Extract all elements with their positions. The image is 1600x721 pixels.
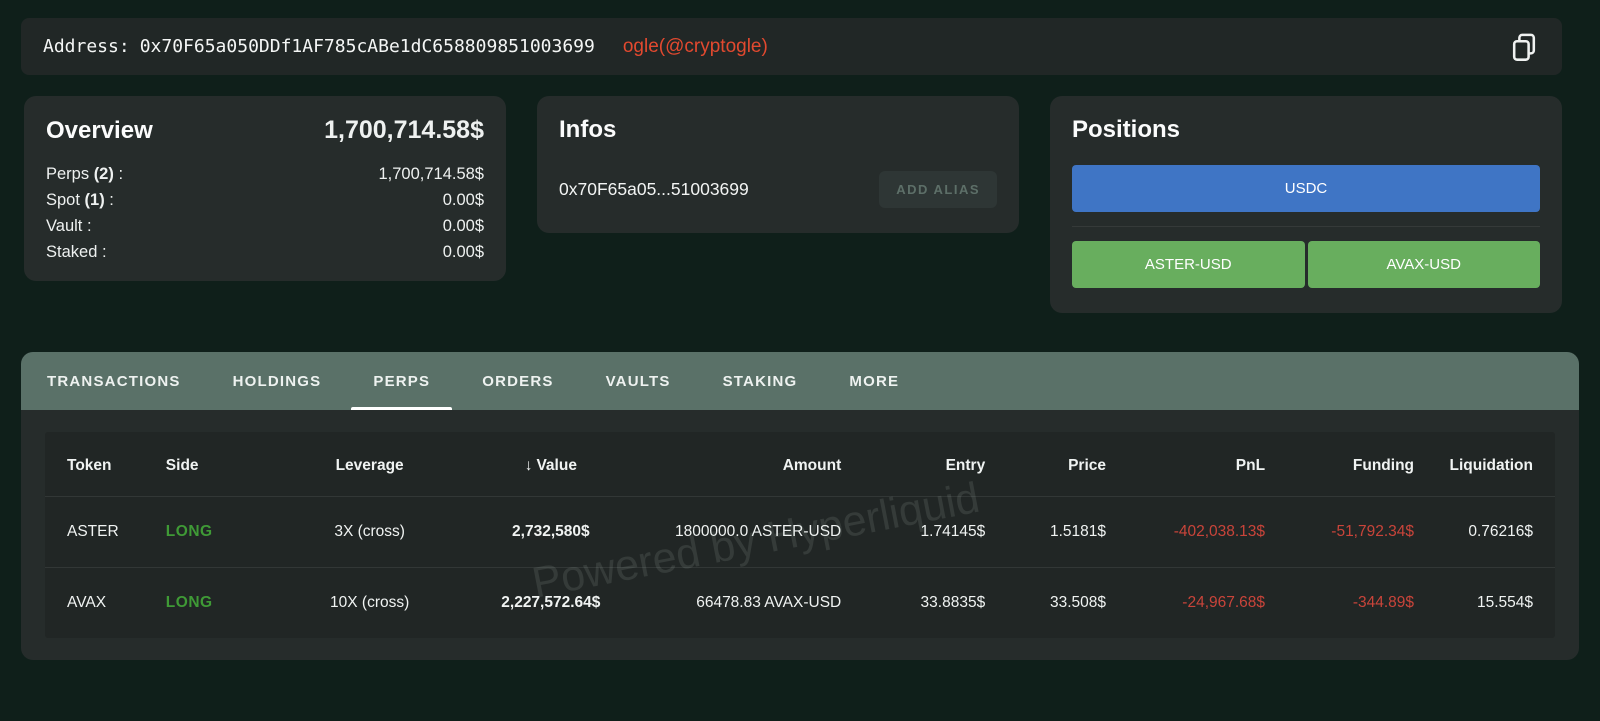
overview-row-label: Vault : [46, 213, 92, 239]
infos-title: Infos [559, 116, 616, 143]
overview-row-vault: Vault : 0.00$ [46, 213, 484, 239]
header-entry[interactable]: Entry [841, 432, 985, 497]
overview-row-spot: Spot (1) : 0.00$ [46, 187, 484, 213]
cell-price: 1.5181$ [985, 497, 1106, 568]
cell-price: 33.508$ [985, 568, 1106, 639]
short-address: 0x70F65a05...51003699 [559, 179, 749, 200]
cell-funding: -344.89$ [1265, 568, 1414, 639]
cell-pnl: -24,967.68$ [1106, 568, 1265, 639]
header-side[interactable]: Side [166, 432, 287, 497]
perps-table: Token Side Leverage ↓Value Amount Entry … [45, 432, 1555, 638]
overview-row-label: Staked : [46, 239, 107, 265]
header-pnl[interactable]: PnL [1106, 432, 1265, 497]
positions-title: Positions [1072, 116, 1180, 143]
overview-row-label: Perps (2) : [46, 161, 123, 187]
tab-orders[interactable]: ORDERS [456, 352, 579, 410]
cell-token: AVAX [45, 568, 166, 639]
cell-liquidation: 0.76216$ [1414, 497, 1555, 568]
tab-holdings[interactable]: HOLDINGS [207, 352, 348, 410]
cell-entry: 1.74145$ [841, 497, 985, 568]
copy-button[interactable] [1506, 29, 1542, 65]
overview-card: Overview 1,700,714.58$ Perps (2) : 1,700… [24, 96, 506, 281]
overview-title: Overview [46, 117, 153, 145]
overview-row-staked: Staked : 0.00$ [46, 239, 484, 265]
aster-usd-button[interactable]: ASTER-USD [1072, 241, 1305, 288]
header-leverage[interactable]: Leverage [287, 432, 453, 497]
summary-cards-row: Overview 1,700,714.58$ Perps (2) : 1,700… [24, 96, 1562, 313]
sort-desc-icon: ↓ [525, 457, 533, 474]
cell-value: 2,732,580$ [453, 497, 649, 568]
header-amount[interactable]: Amount [649, 432, 841, 497]
overview-total: 1,700,714.58$ [324, 116, 484, 145]
overview-row-perps: Perps (2) : 1,700,714.58$ [46, 161, 484, 187]
header-funding[interactable]: Funding [1265, 432, 1414, 497]
cell-value: 2,227,572.64$ [453, 568, 649, 639]
tab-more[interactable]: MORE [823, 352, 925, 410]
copy-icon [1510, 32, 1538, 62]
table-header-row: Token Side Leverage ↓Value Amount Entry … [45, 432, 1555, 497]
alias-link[interactable]: ogle(@cryptogle) [623, 36, 768, 58]
cell-liquidation: 15.554$ [1414, 568, 1555, 639]
usdc-button[interactable]: USDC [1072, 165, 1540, 212]
cell-token: ASTER [45, 497, 166, 568]
cell-side: LONG [166, 568, 287, 639]
tab-staking[interactable]: STAKING [697, 352, 824, 410]
overview-row-value: 0.00$ [443, 213, 484, 239]
cell-leverage: 10X (cross) [287, 568, 453, 639]
address-value: 0x70F65a050DDf1AF785cABe1dC6588098510036… [140, 36, 595, 57]
address-bar: Address: 0x70F65a050DDf1AF785cABe1dC6588… [21, 18, 1562, 75]
overview-row-value: 0.00$ [443, 187, 484, 213]
cell-amount: 1800000.0 ASTER-USD [649, 497, 841, 568]
positions-divider [1072, 226, 1540, 227]
header-token[interactable]: Token [45, 432, 166, 497]
overview-row-value: 1,700,714.58$ [378, 161, 484, 187]
cell-pnl: -402,038.13$ [1106, 497, 1265, 568]
add-alias-button[interactable]: ADD ALIAS [879, 171, 997, 208]
perps-table-container: Powered by Hyperliquid Token Side Levera… [45, 432, 1555, 638]
cell-funding: -51,792.34$ [1265, 497, 1414, 568]
address-label: Address: [43, 36, 130, 57]
tab-perps[interactable]: PERPS [347, 352, 456, 410]
positions-card: Positions USDC ASTER-USD AVAX-USD [1050, 96, 1562, 313]
header-value[interactable]: ↓Value [453, 432, 649, 497]
avax-usd-button[interactable]: AVAX-USD [1308, 241, 1541, 288]
cell-entry: 33.8835$ [841, 568, 985, 639]
table-row-aster[interactable]: ASTER LONG 3X (cross) 2,732,580$ 1800000… [45, 497, 1555, 568]
tab-vaults[interactable]: VAULTS [580, 352, 697, 410]
cell-leverage: 3X (cross) [287, 497, 453, 568]
table-row-avax[interactable]: AVAX LONG 10X (cross) 2,227,572.64$ 6647… [45, 568, 1555, 639]
overview-row-value: 0.00$ [443, 239, 484, 265]
header-liquidation[interactable]: Liquidation [1414, 432, 1555, 497]
infos-card: Infos 0x70F65a05...51003699 ADD ALIAS [537, 96, 1019, 233]
tab-transactions[interactable]: TRANSACTIONS [21, 352, 207, 410]
cell-amount: 66478.83 AVAX-USD [649, 568, 841, 639]
header-price[interactable]: Price [985, 432, 1106, 497]
cell-side: LONG [166, 497, 287, 568]
tabs-bar: TRANSACTIONS HOLDINGS PERPS ORDERS VAULT… [21, 352, 1579, 410]
overview-row-label: Spot (1) : [46, 187, 114, 213]
details-panel: TRANSACTIONS HOLDINGS PERPS ORDERS VAULT… [21, 352, 1579, 660]
